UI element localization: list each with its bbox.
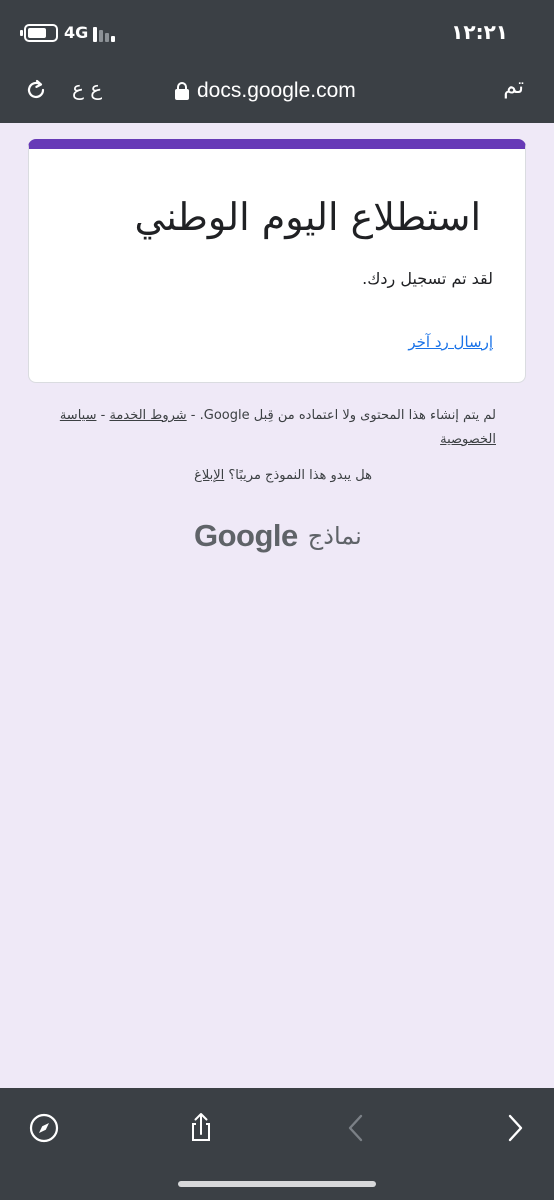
forward-button[interactable]: [494, 1108, 534, 1148]
form-title: استطلاع اليوم الوطني: [134, 195, 481, 239]
back-arrow-icon: [348, 1114, 363, 1142]
compass-icon: [29, 1113, 59, 1143]
network-type: 4G: [64, 23, 89, 42]
response-recorded-note: لقد تم تسجيل ردك.: [362, 269, 493, 288]
report-abuse-line: هل يبدو هذا النموذج مريبًا؟ الإبلاغ: [56, 468, 372, 483]
status-bar: 4G ١٢:٢١: [0, 0, 554, 62]
report-abuse-link[interactable]: الإبلاغ: [194, 468, 224, 483]
share-button[interactable]: [181, 1108, 221, 1148]
submit-another-response-link[interactable]: إرسال رد آخر: [408, 333, 493, 351]
disclaimer-text: لم يتم إنشاء هذا المحتوى ولا اعتماده من …: [186, 408, 496, 423]
google-logo-text: Google: [194, 518, 298, 553]
url-field[interactable]: docs.google.com: [175, 76, 356, 106]
lock-icon: [175, 82, 189, 100]
form-confirmation-card: استطلاع اليوم الوطني لقد تم تسجيل ردك. إ…: [28, 139, 526, 383]
url-text: docs.google.com: [197, 79, 356, 102]
share-icon: [192, 1113, 210, 1141]
bookmarks-button[interactable]: [24, 1108, 64, 1148]
battery-icon: [20, 24, 58, 42]
home-indicator[interactable]: [178, 1181, 376, 1187]
done-button[interactable]: تم: [503, 74, 524, 99]
google-disclaimer: لم يتم إنشاء هذا المحتوى ولا اعتماده من …: [56, 404, 496, 452]
browser-top-chrome: 4G ١٢:٢١ ع ع docs.google.com تم: [0, 0, 554, 123]
google-forms-logo[interactable]: Google نماذج: [194, 516, 362, 556]
signal-strength-icon: [93, 26, 119, 42]
back-button[interactable]: [337, 1108, 377, 1148]
forward-arrow-icon: [508, 1114, 523, 1142]
forms-logo-text: نماذج: [307, 522, 362, 550]
report-question: هل يبدو هذا النموذج مريبًا؟: [224, 468, 372, 483]
reload-icon: [27, 79, 45, 99]
reload-button[interactable]: [22, 76, 50, 104]
address-bar: ع ع docs.google.com تم: [0, 62, 554, 123]
status-time: ١٢:٢١: [451, 20, 508, 44]
text-size-button[interactable]: ع ع: [72, 76, 102, 100]
terms-of-service-link[interactable]: شروط الخدمة: [109, 408, 186, 423]
separator: -: [96, 408, 110, 423]
